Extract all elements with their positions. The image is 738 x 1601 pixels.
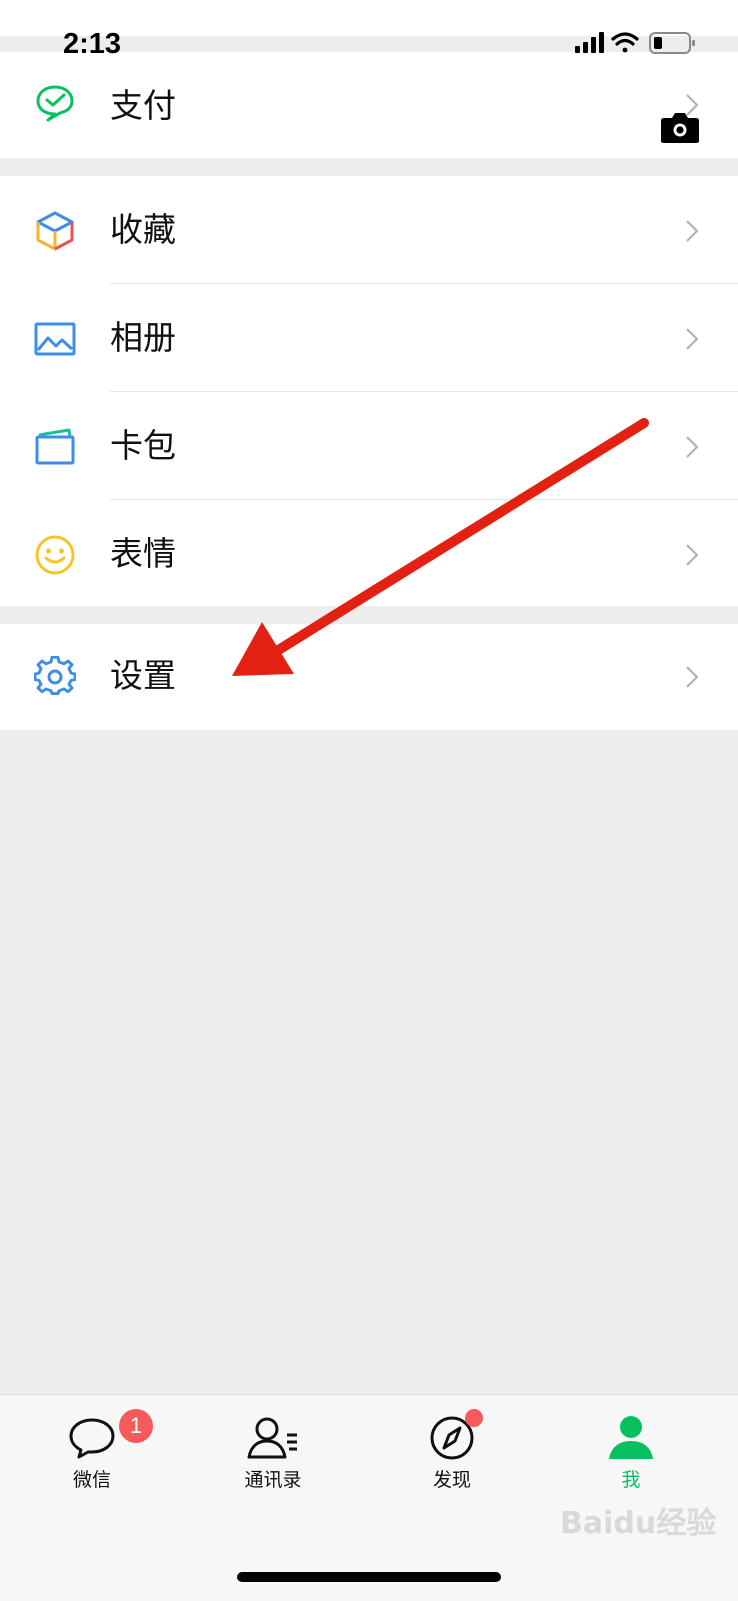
menu-label-favorites: 收藏 <box>110 210 176 249</box>
card-wallet-icon <box>34 426 76 468</box>
chevron-right-icon <box>686 666 699 688</box>
watermark-logo: Baidu经验 <box>560 1506 717 1541</box>
tab-chats[interactable]: 1 微信 <box>27 1409 157 1503</box>
menu-item-album[interactable]: 相册 <box>0 284 738 392</box>
contacts-icon <box>247 1417 297 1459</box>
cube-icon <box>34 210 76 252</box>
unread-badge: 1 <box>119 1409 153 1443</box>
status-time: 2:13 <box>63 28 122 60</box>
wifi-icon <box>611 32 639 53</box>
chat-bubble-icon <box>69 1418 115 1459</box>
notification-dot <box>465 1409 483 1427</box>
pay-check-icon <box>34 82 76 124</box>
camera-icon[interactable] <box>660 112 700 148</box>
menu-label-stickers: 表情 <box>110 534 176 573</box>
smiley-icon <box>34 534 76 576</box>
tab-me[interactable]: 我 <box>566 1413 696 1503</box>
menu-item-pay[interactable]: 支付 <box>0 52 738 160</box>
picture-icon <box>34 318 76 360</box>
menu-label-settings: 设置 <box>110 656 176 695</box>
tab-label-chats: 微信 <box>72 1469 111 1491</box>
chevron-right-icon <box>686 328 699 350</box>
menu-item-settings[interactable]: 设置 <box>0 624 738 732</box>
section-pay: 支付 <box>0 52 738 158</box>
home-indicator <box>237 1572 501 1582</box>
tab-label-me: 我 <box>621 1469 641 1491</box>
section-settings: 设置 <box>0 624 738 730</box>
tab-discover[interactable]: 发现 <box>387 1409 517 1503</box>
battery-icon <box>649 32 695 54</box>
menu-label-cards: 卡包 <box>110 426 176 465</box>
chevron-right-icon <box>686 220 699 242</box>
chevron-right-icon <box>686 436 699 458</box>
menu-item-favorites[interactable]: 收藏 <box>0 176 738 284</box>
status-icons <box>575 30 701 62</box>
menu-label-album: 相册 <box>110 318 176 357</box>
menu-item-cards[interactable]: 卡包 <box>0 392 738 500</box>
tab-label-discover: 发现 <box>432 1469 471 1491</box>
section-features: 收藏 相册 卡包 表情 <box>0 176 738 606</box>
person-icon <box>609 1416 653 1459</box>
tab-label-contacts: 通讯录 <box>244 1469 302 1491</box>
chevron-right-icon <box>686 544 699 566</box>
menu-label-pay: 支付 <box>110 86 176 125</box>
gear-icon <box>33 655 77 698</box>
menu-item-stickers[interactable]: 表情 <box>0 500 738 608</box>
tab-contacts[interactable]: 通讯录 <box>208 1413 338 1503</box>
signal-icon <box>575 32 604 53</box>
